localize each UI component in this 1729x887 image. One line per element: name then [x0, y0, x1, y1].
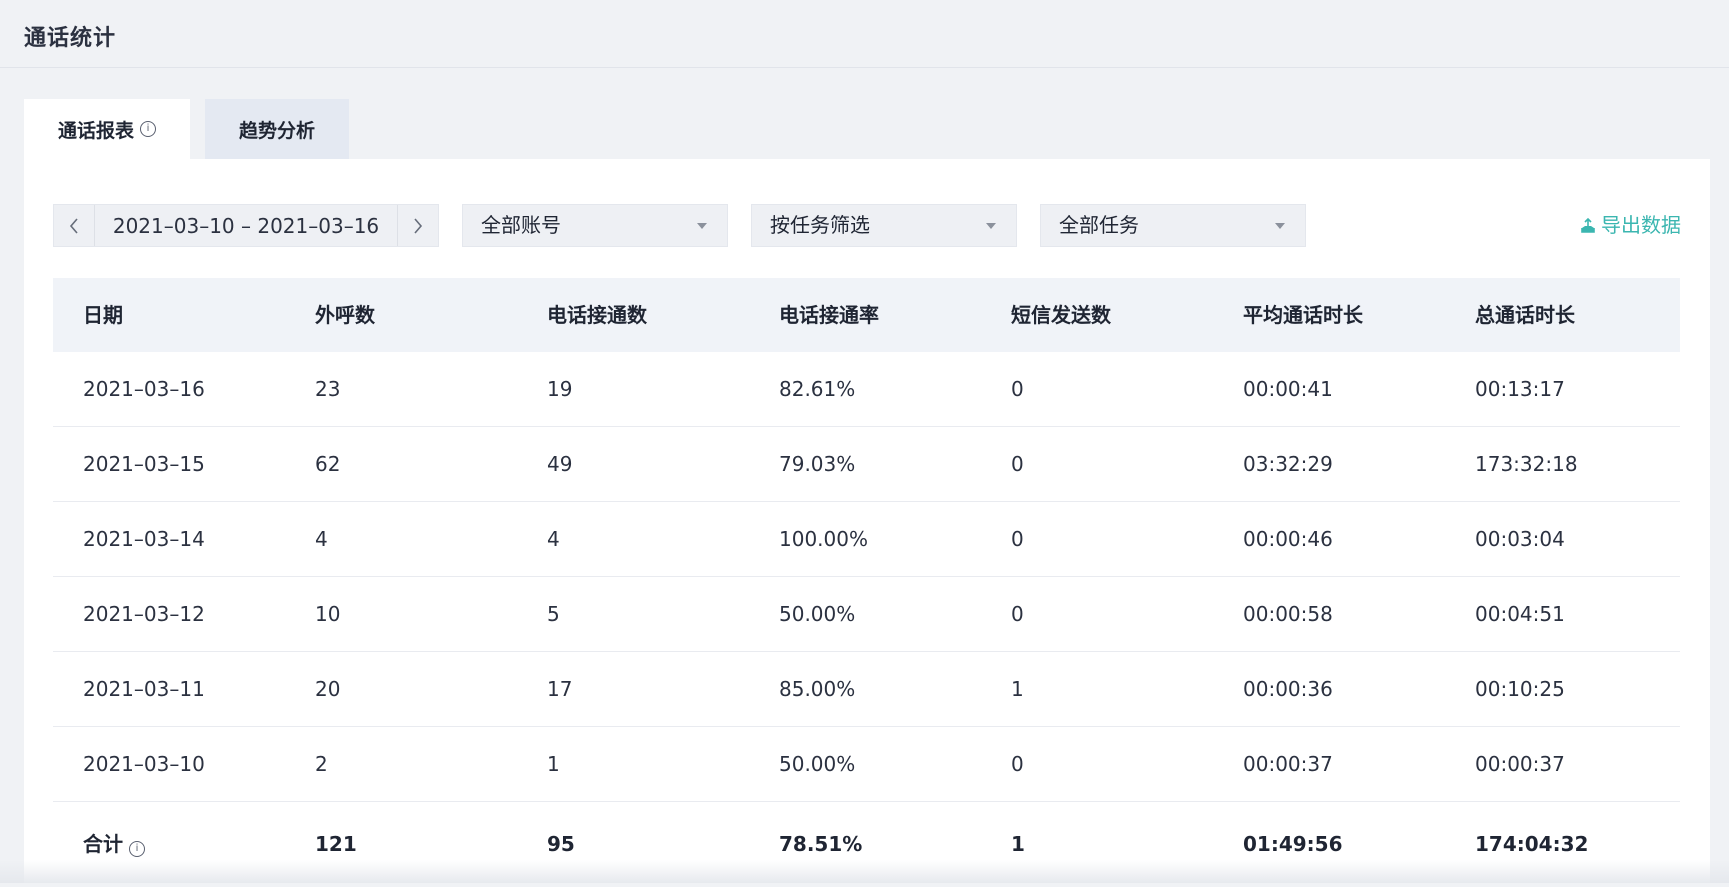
date-range-picker[interactable]: 2021–03–10 – 2021–03–16 — [53, 204, 439, 247]
cell-sms-sent: 0 — [1011, 527, 1024, 551]
cell-total-outbound-calls: 121 — [315, 832, 357, 856]
caret-down-icon — [697, 223, 707, 229]
export-icon — [1581, 217, 1595, 233]
cell-connected-calls: 19 — [547, 377, 573, 401]
export-data-label: 导出数据 — [1601, 213, 1681, 237]
cell-outbound-calls: 2 — [315, 752, 328, 776]
page-header: 通话统计 — [0, 0, 1729, 68]
cell-outbound-calls: 20 — [315, 677, 341, 701]
cell-date: 2021–03–11 — [83, 677, 205, 701]
account-select[interactable]: 全部账号 — [462, 204, 728, 247]
cell-total-duration: 173:32:18 — [1475, 452, 1578, 476]
cell-connect-rate: 82.61% — [779, 377, 856, 401]
cell-connect-rate: 79.03% — [779, 452, 856, 476]
cell-connect-rate: 50.00% — [779, 602, 856, 626]
cell-connected-calls: 4 — [547, 527, 560, 551]
cell-avg-duration: 00:00:36 — [1243, 677, 1333, 701]
date-range-text[interactable]: 2021–03–10 – 2021–03–16 — [95, 205, 397, 246]
caret-down-icon — [1275, 223, 1285, 229]
cell-total-duration: 00:13:17 — [1475, 377, 1565, 401]
table-row: 2021–03–14 4 4 100.00% 0 00:00:46 00:03:… — [53, 502, 1680, 577]
cell-outbound-calls: 4 — [315, 527, 328, 551]
task-select[interactable]: 全部任务 — [1040, 204, 1306, 247]
cell-sms-sent: 0 — [1011, 602, 1024, 626]
column-header-total-duration: 总通话时长 — [1475, 303, 1575, 327]
cell-total-duration: 00:04:51 — [1475, 602, 1565, 626]
cell-total-sms-sent: 1 — [1011, 832, 1025, 856]
tab-call-report[interactable]: 通话报表 i — [24, 99, 190, 159]
column-header-date: 日期 — [83, 303, 123, 327]
filter-mode-select-value: 按任务筛选 — [770, 213, 870, 237]
cell-connect-rate: 50.00% — [779, 752, 856, 776]
cell-outbound-calls: 62 — [315, 452, 341, 476]
cell-connected-calls: 17 — [547, 677, 573, 701]
column-header-avg-duration: 平均通话时长 — [1243, 303, 1363, 327]
export-data-button[interactable]: 导出数据 — [1579, 204, 1681, 247]
table-header-row: 日期 外呼数 电话接通数 电话接通率 短信发送数 平均通话时长 总通话时长 — [53, 278, 1680, 352]
cell-total-avg-duration: 01:49:56 — [1243, 832, 1343, 856]
table-row: 2021–03–12 10 5 50.00% 0 00:00:58 00:04:… — [53, 577, 1680, 652]
info-icon[interactable]: i — [140, 121, 156, 137]
cell-connected-calls: 1 — [547, 752, 560, 776]
table-total-row: 合计 i 121 95 78.51% 1 01:49:56 174:04:32 — [53, 802, 1680, 887]
cell-avg-duration: 00:00:41 — [1243, 377, 1333, 401]
cell-sms-sent: 0 — [1011, 377, 1024, 401]
cell-date: 2021–03–10 — [83, 752, 205, 776]
cell-connected-calls: 5 — [547, 602, 560, 626]
call-report-table: 日期 外呼数 电话接通数 电话接通率 短信发送数 平均通话时长 总通话时长 20… — [53, 278, 1680, 887]
cell-sms-sent: 0 — [1011, 752, 1024, 776]
chevron-right-icon[interactable] — [397, 205, 438, 246]
cell-date: 2021–03–14 — [83, 527, 205, 551]
column-header-connect-rate: 电话接通率 — [779, 303, 879, 327]
cell-avg-duration: 03:32:29 — [1243, 452, 1333, 476]
report-panel: 2021–03–10 – 2021–03–16 全部账号 按任务筛选 全部任务 … — [24, 159, 1710, 883]
cell-date: 2021–03–15 — [83, 452, 205, 476]
cell-total-connected-calls: 95 — [547, 832, 575, 856]
cell-date: 2021–03–16 — [83, 377, 205, 401]
task-select-value: 全部任务 — [1059, 213, 1139, 237]
cell-outbound-calls: 23 — [315, 377, 341, 401]
cell-date: 2021–03–12 — [83, 602, 205, 626]
cell-total-duration: 00:00:37 — [1475, 752, 1565, 776]
page-title: 通话统计 — [24, 26, 117, 51]
column-header-sms-sent: 短信发送数 — [1011, 303, 1111, 327]
account-select-value: 全部账号 — [481, 213, 561, 237]
cell-total-connect-rate: 78.51% — [779, 832, 863, 856]
chevron-left-icon[interactable] — [54, 205, 95, 246]
filter-mode-select[interactable]: 按任务筛选 — [751, 204, 1017, 247]
cell-total-duration-sum: 174:04:32 — [1475, 832, 1589, 856]
cell-connected-calls: 49 — [547, 452, 573, 476]
cell-connect-rate: 100.00% — [779, 527, 868, 551]
total-label: 合计 — [83, 832, 123, 856]
cell-connect-rate: 85.00% — [779, 677, 856, 701]
cell-avg-duration: 00:00:37 — [1243, 752, 1333, 776]
table-row: 2021–03–15 62 49 79.03% 0 03:32:29 173:3… — [53, 427, 1680, 502]
cell-total-duration: 00:03:04 — [1475, 527, 1565, 551]
column-header-connected-calls: 电话接通数 — [547, 303, 647, 327]
cell-sms-sent: 1 — [1011, 677, 1024, 701]
table-row: 2021–03–11 20 17 85.00% 1 00:00:36 00:10… — [53, 652, 1680, 727]
info-icon[interactable]: i — [129, 841, 145, 857]
cell-avg-duration: 00:00:58 — [1243, 602, 1333, 626]
tab-trend-analysis[interactable]: 趋势分析 — [205, 99, 349, 159]
table-row: 2021–03–16 23 19 82.61% 0 00:00:41 00:13… — [53, 352, 1680, 427]
table-row: 2021–03–10 2 1 50.00% 0 00:00:37 00:00:3… — [53, 727, 1680, 802]
cell-total-duration: 00:10:25 — [1475, 677, 1565, 701]
caret-down-icon — [986, 223, 996, 229]
column-header-outbound-calls: 外呼数 — [315, 303, 375, 327]
cell-total-label: 合计 i — [83, 802, 145, 887]
cell-sms-sent: 0 — [1011, 452, 1024, 476]
tab-call-report-label: 通话报表 — [57, 119, 134, 142]
cell-outbound-calls: 10 — [315, 602, 341, 626]
cell-avg-duration: 00:00:46 — [1243, 527, 1333, 551]
tab-trend-analysis-label: 趋势分析 — [238, 119, 315, 142]
